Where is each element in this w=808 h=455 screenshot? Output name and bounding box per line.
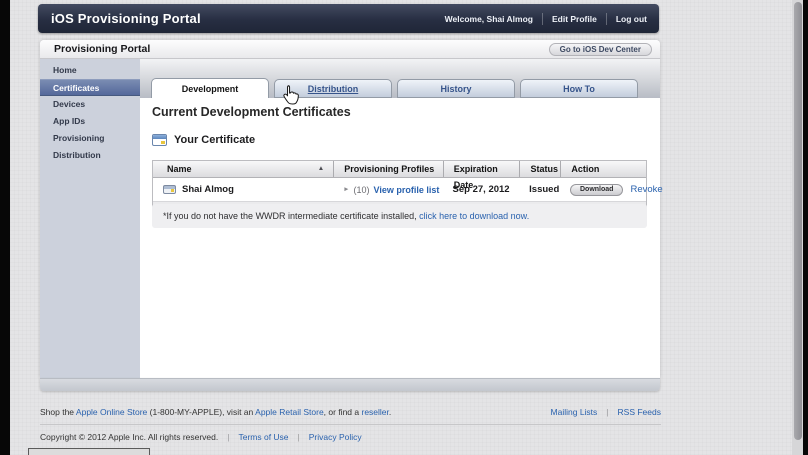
page-title: Current Development Certificates bbox=[152, 105, 351, 119]
rss-feeds-link[interactable]: RSS Feeds bbox=[618, 407, 661, 417]
panel-body: Home Certificates Devices App IDs Provis… bbox=[40, 59, 663, 378]
wwdr-note: *If you do not have the WWDR intermediat… bbox=[152, 204, 647, 228]
sidebar-item-distribution[interactable]: Distribution bbox=[40, 147, 140, 164]
certificate-icon bbox=[152, 134, 167, 146]
app-title: iOS Provisioning Portal bbox=[51, 11, 201, 26]
portal-header: Provisioning Portal Go to iOS Dev Center bbox=[40, 40, 660, 59]
sidebar-item-devices[interactable]: Devices bbox=[40, 96, 140, 113]
scrollbar-thumb[interactable] bbox=[793, 2, 802, 440]
welcome-user-label: Welcome, Shai Almog bbox=[444, 13, 533, 24]
navbar-separator bbox=[541, 12, 543, 25]
wwdr-download-link[interactable]: click here to download now. bbox=[419, 211, 529, 221]
cell-name: Shai Almog bbox=[153, 184, 333, 195]
panel-bottom-cap bbox=[40, 378, 660, 391]
log-out-link[interactable]: Log out bbox=[616, 14, 647, 24]
column-header-provisioning-profiles[interactable]: Provisioning Profiles bbox=[333, 161, 443, 177]
tab-development[interactable]: Development bbox=[151, 78, 269, 98]
mailing-lists-link[interactable]: Mailing Lists bbox=[551, 407, 598, 417]
column-header-expiration-date[interactable]: Expiration Date bbox=[442, 161, 520, 190]
top-navbar: iOS Provisioning Portal Welcome, Shai Al… bbox=[38, 4, 659, 33]
cell-status: Issued bbox=[529, 184, 560, 195]
profiles-count: (10) bbox=[353, 184, 370, 195]
scrollbar-track[interactable] bbox=[792, 0, 803, 455]
main-area: Development Distribution History How To … bbox=[140, 59, 663, 378]
sidebar: Home Certificates Devices App IDs Provis… bbox=[40, 59, 140, 378]
go-to-dev-center-button[interactable]: Go to iOS Dev Center bbox=[548, 43, 652, 56]
wwdr-note-text: *If you do not have the WWDR intermediat… bbox=[163, 211, 420, 221]
sidebar-item-home[interactable]: Home bbox=[40, 62, 140, 79]
main-panel: Provisioning Portal Go to iOS Dev Center… bbox=[40, 40, 663, 378]
partial-obscured-element bbox=[28, 448, 150, 455]
shop-text: Shop the Apple Online Store (1-800-MY-AP… bbox=[40, 407, 392, 417]
your-certificate-section: Your Certificate bbox=[152, 134, 255, 146]
copyright-text: Copyright © 2012 Apple Inc. All rights r… bbox=[40, 432, 219, 442]
terms-of-use-link[interactable]: Terms of Use bbox=[238, 432, 288, 442]
tab-strip: Development Distribution History How To bbox=[140, 59, 660, 98]
column-header-status[interactable]: Status bbox=[519, 161, 560, 177]
apple-online-store-link[interactable]: Apple Online Store bbox=[76, 407, 147, 417]
footer-divider bbox=[40, 424, 661, 425]
cell-provisioning-profiles: ► (10) View profile list bbox=[333, 185, 442, 195]
edit-profile-link[interactable]: Edit Profile bbox=[552, 14, 597, 24]
navbar-right-group: Welcome, Shai Almog Edit Profile Log out bbox=[444, 12, 659, 25]
footer-right-links: Mailing Lists | RSS Feeds bbox=[550, 407, 661, 417]
page-background: iOS Provisioning Portal Welcome, Shai Al… bbox=[10, 0, 803, 455]
navbar-separator bbox=[605, 12, 607, 25]
tab-how-to[interactable]: How To bbox=[520, 79, 638, 98]
tab-history[interactable]: History bbox=[397, 79, 515, 98]
tab-content: Current Development Certificates Your Ce… bbox=[140, 98, 663, 378]
footer-copyright-line: Copyright © 2012 Apple Inc. All rights r… bbox=[40, 432, 362, 442]
sort-ascending-icon[interactable]: ▲ bbox=[318, 161, 324, 177]
column-header-name[interactable]: Name ▲ bbox=[153, 161, 333, 177]
table-header: Name ▲ Provisioning Profiles Expiration … bbox=[153, 161, 646, 190]
view-profile-list-link[interactable]: View profile list bbox=[374, 185, 440, 195]
footer-shop-line: Shop the Apple Online Store (1-800-MY-AP… bbox=[40, 407, 661, 417]
cell-action: Download Revoke bbox=[560, 183, 663, 196]
certificate-row-icon bbox=[163, 185, 176, 194]
table-row: Shai Almog ► (10) View profile list Sep … bbox=[153, 178, 663, 201]
privacy-policy-link[interactable]: Privacy Policy bbox=[309, 432, 362, 442]
revoke-link[interactable]: Revoke bbox=[630, 184, 662, 195]
portal-title: Provisioning Portal bbox=[54, 43, 151, 55]
apple-retail-store-link[interactable]: Apple Retail Store bbox=[255, 407, 324, 417]
tabs: Development Distribution History How To bbox=[151, 78, 643, 98]
column-header-action[interactable]: Action bbox=[560, 161, 646, 177]
download-button[interactable]: Download bbox=[570, 183, 624, 196]
sidebar-item-app-ids[interactable]: App IDs bbox=[40, 113, 140, 130]
sidebar-item-certificates[interactable]: Certificates bbox=[40, 79, 140, 96]
tab-distribution[interactable]: Distribution bbox=[274, 79, 392, 98]
disclosure-triangle-icon[interactable]: ► bbox=[343, 186, 349, 193]
certificates-table: Name ▲ Provisioning Profiles Expiration … bbox=[152, 160, 663, 207]
sidebar-item-provisioning[interactable]: Provisioning bbox=[40, 130, 140, 147]
reseller-link[interactable]: reseller bbox=[361, 407, 388, 417]
section-title: Your Certificate bbox=[174, 134, 256, 146]
